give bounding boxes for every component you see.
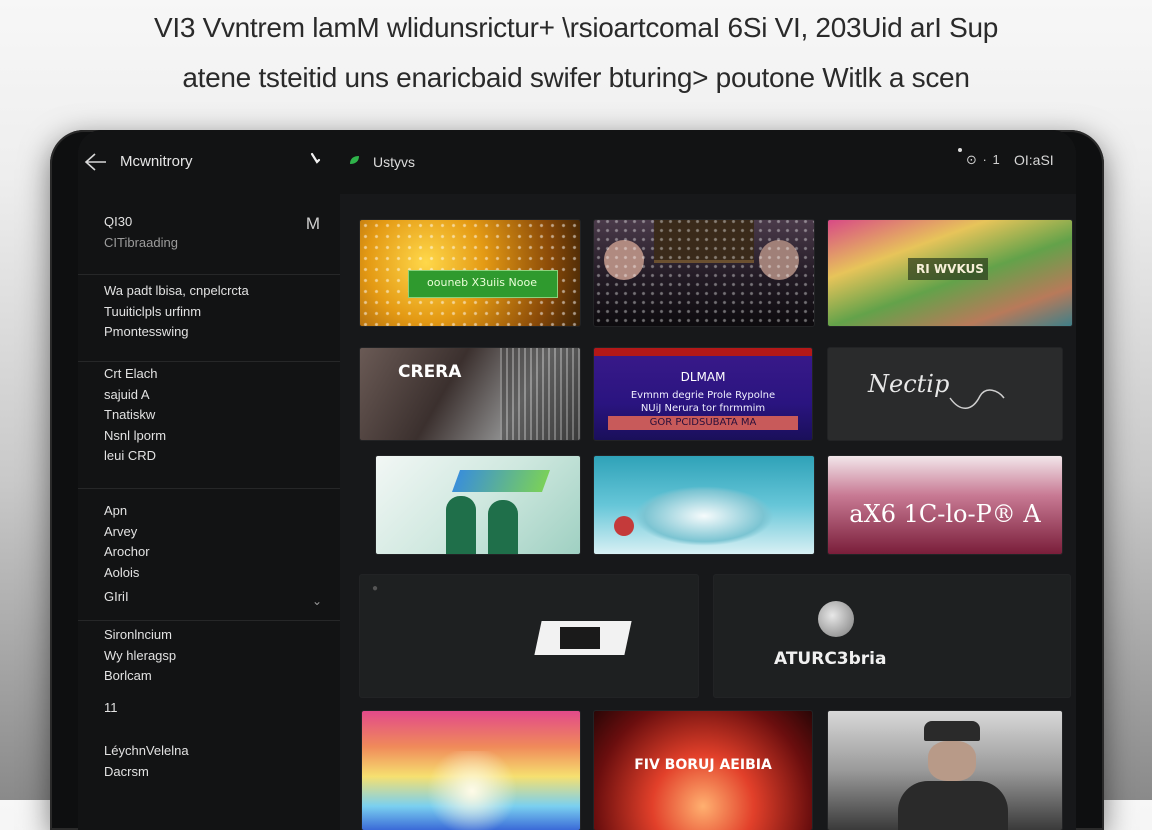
chevron-down-icon[interactable]: ⌄ — [312, 594, 322, 608]
tile-caption: RI WVKUS — [916, 262, 984, 276]
sidebar-line: QI30 — [104, 214, 133, 229]
headline-line-1: VI3 Vvntrem lamM wlidunsrictur+ \rsioart… — [153, 12, 999, 43]
sidebar-line: Arochor — [104, 544, 150, 559]
sidebar-group-4[interactable]: Apn Arvey Arochor Aolois — [78, 489, 340, 580]
sidebar-line: sajuid A — [104, 386, 150, 402]
headline-line-2: atene tsteitid uns enaricbaid swifer btu… — [182, 62, 970, 93]
tile-helmet-figure[interactable] — [828, 711, 1062, 830]
sidebar-group-1[interactable]: QI30 CITibraading M — [78, 194, 340, 275]
tile-subline: GOR PCIDSUBATA MA — [649, 417, 757, 428]
screen-title: Mcwnitrory — [120, 153, 193, 170]
swirl-icon — [949, 389, 1005, 409]
sidebar-line: leui CRD — [104, 448, 157, 463]
tile-mark-icon: ● — [372, 583, 379, 594]
tile-red-flare[interactable]: FIV BORUJ AEIBIA — [594, 711, 812, 830]
status-dot-icon — [958, 148, 962, 152]
sidebar-group-8[interactable]: LéychnVelelna Dacrsm — [78, 737, 340, 817]
status-icons: ⊙ · 1 — [966, 152, 1001, 167]
tile-caption: CRERA — [398, 362, 462, 382]
sidebar-line: GIriI — [104, 589, 129, 604]
tile-caption: oouneb X3uiis Nooe — [427, 276, 537, 289]
tile-caption: ATURC3bria — [774, 649, 887, 669]
top-bar: Mcwnitrory Ustyvs ⊙ · 1 OI:aSI — [78, 130, 1076, 194]
sidebar-line: Nsnl lporm — [104, 427, 167, 443]
sidebar-line: 11 — [104, 700, 118, 715]
sidebar-line: Wa padt lbisa, cnpelcrcta — [104, 283, 249, 298]
sidebar-group-5[interactable]: GIriI ⌄ — [78, 580, 340, 621]
sidebar-line: Tuuiticlpls urfinm — [104, 303, 202, 319]
tick-icon[interactable] — [310, 152, 322, 166]
sidebar-group-7[interactable]: 11 — [78, 692, 340, 736]
tile-caption: DLMAM — [680, 370, 726, 384]
sidebar-group-6[interactable]: Sironlncium Wy hleragsp Borlcam — [78, 621, 340, 691]
sidebar: QI30 CITibraading M Wa padt lbisa, cnpel… — [78, 194, 341, 830]
status-text: OI:aSI — [1014, 152, 1054, 168]
tile-sketch-figures[interactable] — [376, 456, 580, 554]
leaf-icon — [350, 156, 359, 164]
sidebar-line: Borlcam — [104, 668, 152, 683]
sidebar-line: Wy hleragsp — [104, 647, 177, 663]
tile-golden-sparkle[interactable]: oouneb X3uiis Nooe — [360, 220, 580, 326]
tile-crera[interactable]: CRERA — [360, 348, 580, 440]
sidebar-line: Sironlncium — [104, 627, 172, 642]
tile-subline: Evmnm degrie Prole Rypolne — [630, 390, 776, 401]
tile-caption: FIV BORUJ AEIBIA — [634, 757, 772, 773]
sidebar-line: Tnatiskw — [104, 407, 156, 422]
sidebar-line: LéychnVelelna — [104, 743, 189, 758]
tab-ustyvs[interactable]: Ustyvs — [373, 154, 415, 170]
tile-cabinet-hands[interactable] — [594, 220, 814, 326]
sidebar-group-3[interactable]: Crt Elach sajuid A Tnatiskw Nsnl lporm l… — [78, 362, 340, 489]
tile-wide-device[interactable]: ● — [360, 575, 698, 697]
back-arrow-icon[interactable] — [82, 150, 108, 174]
tile-dlmam[interactable]: DLMAM Evmnm degrie Prole Rypolne NUiJ Ne… — [594, 348, 812, 440]
tile-script-logo[interactable]: Nectip — [828, 348, 1062, 440]
tile-pink-abstract[interactable]: aX6 1C-lo-P® A — [828, 456, 1062, 554]
sidebar-line: Pmontesswing — [104, 324, 189, 339]
tile-caption: aX6 1C-lo-P® A — [849, 500, 1041, 528]
tile-floral-garden[interactable]: RI WVKUS — [828, 220, 1072, 326]
sidebar-line: Crt Elach — [104, 366, 158, 381]
sidebar-line: Dacrsm — [104, 763, 149, 779]
sidebar-line: Apn — [104, 503, 128, 518]
tile-subline: NUiJ Nerura tor fnrmmim — [640, 403, 766, 414]
tile-wide-emblem[interactable]: ATURC3bria — [714, 575, 1070, 697]
media-grid: oouneb X3uiis Nooe RI WVKUS CRERA DLMAM — [340, 194, 1076, 830]
sidebar-line: CITibraading — [104, 234, 178, 250]
tile-caption: Nectip — [868, 370, 950, 398]
app-screen: Mcwnitrory Ustyvs ⊙ · 1 OI:aSI QI30 CITi… — [78, 130, 1076, 830]
sidebar-group-2[interactable]: Wa padt lbisa, cnpelcrcta Tuuiticlpls ur… — [78, 275, 340, 362]
sidebar-line: Arvey — [104, 523, 138, 539]
sidebar-badge: M — [305, 214, 320, 233]
tile-teal-wave[interactable] — [594, 456, 814, 554]
tablet-frame: Mcwnitrory Ustyvs ⊙ · 1 OI:aSI QI30 CITi… — [50, 130, 1104, 830]
tile-rainbow-gradient[interactable] — [362, 711, 580, 830]
